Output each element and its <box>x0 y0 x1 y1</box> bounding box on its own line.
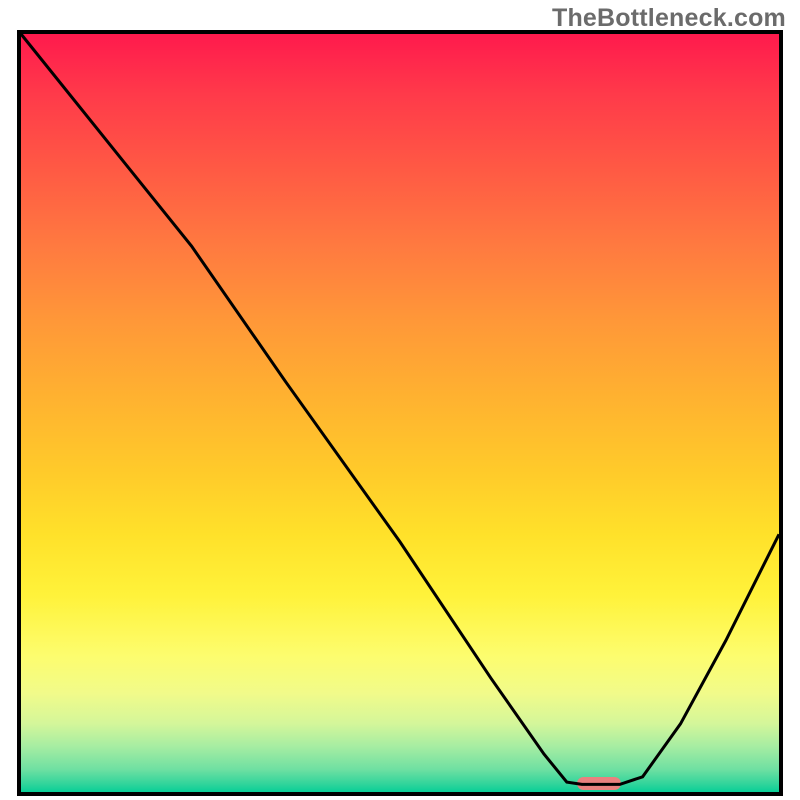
curve-svg <box>21 34 779 792</box>
plot-frame <box>17 30 783 796</box>
attribution-text: TheBottleneck.com <box>552 4 786 33</box>
curve-line <box>21 34 779 784</box>
